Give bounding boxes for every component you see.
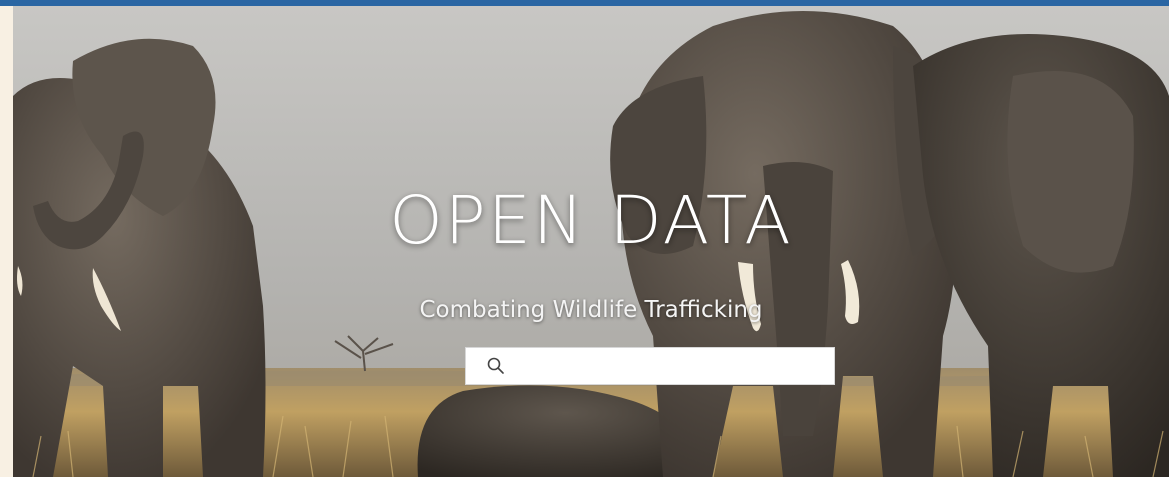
page-margin bbox=[0, 6, 13, 477]
search-bar[interactable] bbox=[465, 347, 835, 386]
hero-subtitle: Combating Wildlife Trafficking bbox=[419, 297, 763, 323]
search-icon[interactable] bbox=[486, 356, 506, 376]
search-input[interactable] bbox=[514, 348, 828, 386]
hero-banner: OPEN DATA Combating Wildlife Trafficking bbox=[13, 6, 1169, 477]
hero-title: OPEN DATA bbox=[389, 182, 793, 259]
